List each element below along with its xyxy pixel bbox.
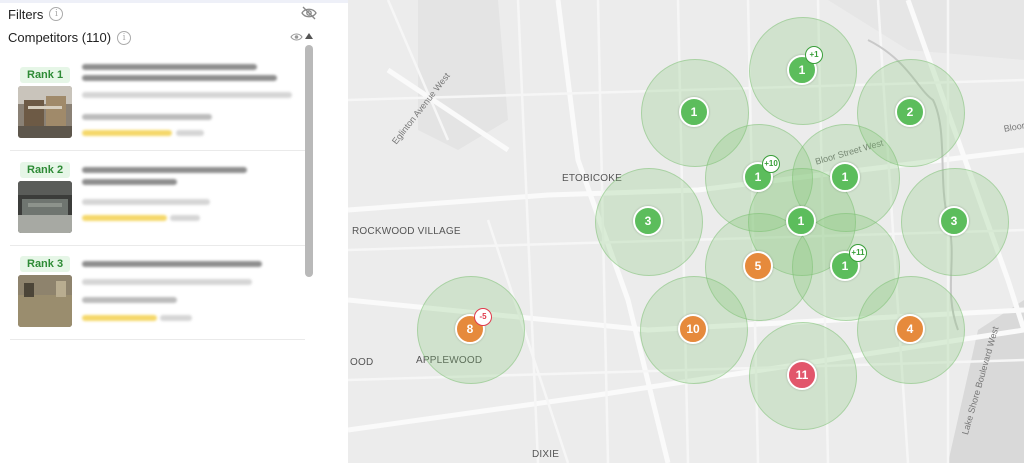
map-view[interactable]: ETOBICOKE ROCKWOOD VILLAGE APPLEWOOD DIX…: [348, 0, 1024, 463]
filters-title: Filters: [8, 6, 44, 22]
rank-badge: Rank 1: [20, 67, 71, 83]
blurred-name: [82, 75, 277, 81]
competitor-photo: [18, 86, 72, 138]
eye-slash-icon[interactable]: [301, 6, 317, 20]
rank-badge: Rank 3: [20, 256, 71, 272]
competitors-title: Competitors (110): [8, 30, 112, 45]
blurred-reviews: [176, 130, 204, 136]
rank-badge: Rank 2: [20, 162, 71, 178]
rank-marker[interactable]: 10: [678, 314, 708, 344]
competitor-card[interactable]: Rank 2: [10, 153, 305, 246]
panel-top-border: [0, 0, 348, 3]
competitor-photo: [18, 275, 72, 327]
competitor-photo: [18, 181, 72, 233]
blurred-reviews: [160, 315, 192, 321]
rating-stars: [82, 130, 172, 136]
blurred-address: [82, 199, 210, 205]
info-icon[interactable]: i: [49, 7, 64, 21]
rank-change-badge: +10: [762, 155, 780, 173]
scrollbar-thumb[interactable]: [305, 45, 313, 277]
place-label-ood: OOD: [350, 357, 374, 368]
rank-change-badge: +11: [849, 244, 867, 262]
rank-change-badge: +1: [805, 46, 823, 64]
rank-marker[interactable]: 1: [830, 162, 860, 192]
filters-header: Filters i: [8, 6, 64, 22]
rank-change-badge: -5: [474, 308, 492, 326]
blurred-name: [82, 179, 177, 185]
filters-panel: Filters i Competitors (110) i Rank 1 Ran…: [0, 0, 349, 463]
competitor-card[interactable]: Rank 3: [10, 247, 305, 340]
rank-marker[interactable]: 3: [633, 206, 663, 236]
blurred-address: [82, 92, 292, 98]
blurred-name: [82, 261, 262, 267]
competitor-card[interactable]: Rank 1: [10, 58, 305, 151]
rank-marker[interactable]: 11: [787, 360, 817, 390]
eye-icon[interactable]: [290, 32, 303, 42]
blurred-address: [82, 279, 252, 285]
competitors-header: Competitors (110) i: [8, 30, 132, 45]
rank-marker[interactable]: 5: [743, 251, 773, 281]
blurred-detail: [82, 114, 212, 120]
blurred-reviews: [170, 215, 200, 221]
rank-marker[interactable]: 2: [895, 97, 925, 127]
rank-marker[interactable]: 4: [895, 314, 925, 344]
rank-marker[interactable]: 3: [939, 206, 969, 236]
place-label-dixie: DIXIE: [532, 449, 560, 460]
rating-stars: [82, 315, 157, 321]
rank-marker[interactable]: 1: [679, 97, 709, 127]
blurred-name: [82, 167, 247, 173]
place-label-rockwood: ROCKWOOD VILLAGE: [352, 226, 461, 237]
info-icon[interactable]: i: [117, 30, 132, 45]
rank-marker[interactable]: 1: [786, 206, 816, 236]
blurred-name: [82, 64, 257, 70]
chevron-up-icon[interactable]: [305, 33, 313, 39]
blurred-detail: [82, 297, 177, 303]
rating-stars: [82, 215, 167, 221]
